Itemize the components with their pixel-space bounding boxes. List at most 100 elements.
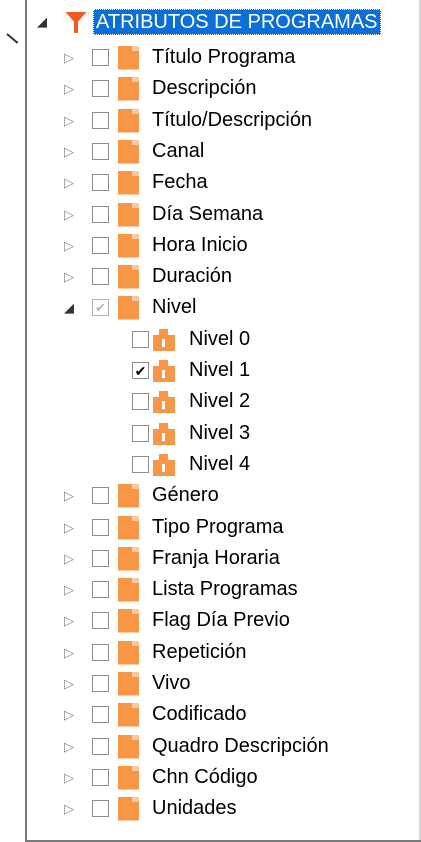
tree-subitem-nivel-0[interactable]: Nivel 0 xyxy=(132,324,250,355)
expand-arrow-icon[interactable]: ▷ xyxy=(62,637,76,668)
tree-item-label[interactable]: Repetición xyxy=(148,641,247,664)
checkbox[interactable] xyxy=(92,612,109,629)
checkbox[interactable] xyxy=(132,425,149,442)
tree-subitem-label[interactable]: Nivel 1 xyxy=(185,359,250,382)
expand-arrow-icon[interactable]: ▷ xyxy=(62,793,76,824)
tree-item-label[interactable]: Título/Descripción xyxy=(148,109,312,132)
expand-arrow-icon[interactable]: ▷ xyxy=(62,42,76,73)
expand-arrow-icon[interactable]: ▷ xyxy=(62,73,76,104)
expand-arrow-icon[interactable]: ▷ xyxy=(62,668,76,699)
checkbox[interactable] xyxy=(92,519,109,536)
tree-item-label[interactable]: Chn Código xyxy=(148,766,258,789)
checkbox[interactable] xyxy=(92,800,109,817)
expand-arrow-icon[interactable]: ▷ xyxy=(62,105,76,136)
tree-subitem-label[interactable]: Nivel 4 xyxy=(185,453,250,476)
tree-item-label[interactable]: Quadro Descripción xyxy=(148,735,329,758)
tree-item-titulo-descripcion[interactable]: ▷ Título/Descripción xyxy=(62,105,312,136)
checkbox[interactable] xyxy=(92,487,109,504)
checkbox[interactable] xyxy=(92,769,109,786)
tree-item-label[interactable]: Tipo Programa xyxy=(148,516,284,539)
tree-item-label[interactable]: Lista Programas xyxy=(148,578,298,601)
expand-arrow-icon[interactable]: ▷ xyxy=(62,199,76,230)
expand-arrow-icon[interactable]: ▷ xyxy=(62,543,76,574)
tree-subitem-nivel-1[interactable]: Nivel 1 xyxy=(132,355,250,386)
expand-arrow-icon[interactable]: ▷ xyxy=(62,167,76,198)
checkbox[interactable] xyxy=(132,362,149,379)
checkbox[interactable] xyxy=(132,331,149,348)
tree-item-chn-codigo[interactable]: ▷ Chn Código xyxy=(62,762,258,793)
checkbox[interactable] xyxy=(92,738,109,755)
tree-item-label[interactable]: Franja Horaria xyxy=(148,547,280,570)
checkbox[interactable] xyxy=(92,550,109,567)
tree-item-descripcion[interactable]: ▷ Descripción xyxy=(62,73,256,104)
checkbox[interactable] xyxy=(92,206,109,223)
expand-arrow-icon[interactable]: ▷ xyxy=(62,261,76,292)
tree-subitem-nivel-3[interactable]: Nivel 3 xyxy=(132,418,250,449)
checkbox[interactable] xyxy=(92,299,109,316)
tree-item-fecha[interactable]: ▷ Fecha xyxy=(62,167,208,198)
expand-arrow-icon[interactable]: ▷ xyxy=(62,230,76,261)
checkbox[interactable] xyxy=(92,644,109,661)
collapse-arrow-icon[interactable]: ◢ xyxy=(62,292,76,323)
checkbox[interactable] xyxy=(92,268,109,285)
checkbox[interactable] xyxy=(92,174,109,191)
tree-root-label[interactable]: ATRIBUTOS DE PROGRAMAS xyxy=(93,8,381,35)
tree-item-repeticion[interactable]: ▷ Repetición xyxy=(62,637,247,668)
tree-item-hora-inicio[interactable]: ▷ Hora Inicio xyxy=(62,230,248,261)
tree-item-label[interactable]: Canal xyxy=(148,140,204,163)
tree-subitem-label[interactable]: Nivel 0 xyxy=(185,328,250,351)
checkbox[interactable] xyxy=(92,49,109,66)
tree-root[interactable]: ◢ ATRIBUTOS DE PROGRAMAS xyxy=(35,6,381,37)
tree-item-canal[interactable]: ▷ Canal xyxy=(62,136,204,167)
tree-subitem-nivel-4[interactable]: Nivel 4 xyxy=(132,449,250,480)
checkbox[interactable] xyxy=(92,581,109,598)
tree-item-label[interactable]: Hora Inicio xyxy=(148,234,248,257)
checkbox[interactable] xyxy=(92,143,109,160)
folder-icon xyxy=(118,76,139,101)
tree-item-quadro-descripcion[interactable]: ▷ Quadro Descripción xyxy=(62,731,329,762)
tree-item-label[interactable]: Codificado xyxy=(148,703,247,726)
checkbox[interactable] xyxy=(92,706,109,723)
checkbox[interactable] xyxy=(92,675,109,692)
tree-item-label[interactable]: Vivo xyxy=(148,672,191,695)
checkbox[interactable] xyxy=(92,112,109,129)
expand-arrow-icon[interactable]: ▷ xyxy=(62,731,76,762)
tree-item-duracion[interactable]: ▷ Duración xyxy=(62,261,232,292)
puzzle-piece-icon xyxy=(153,359,175,382)
tree-item-lista-programas[interactable]: ▷ Lista Programas xyxy=(62,574,298,605)
tree-item-label[interactable]: Día Semana xyxy=(148,203,263,226)
checkbox[interactable] xyxy=(92,80,109,97)
tree-item-label[interactable]: Fecha xyxy=(148,171,208,194)
tree-subitem-nivel-2[interactable]: Nivel 2 xyxy=(132,386,250,417)
tree-item-titulo-programa[interactable]: ▷ Título Programa xyxy=(62,42,295,73)
tree-subitem-label[interactable]: Nivel 3 xyxy=(185,422,250,445)
checkbox[interactable] xyxy=(132,393,149,410)
tree-item-dia-semana[interactable]: ▷ Día Semana xyxy=(62,199,263,230)
tree-item-vivo[interactable]: ▷ Vivo xyxy=(62,668,191,699)
tree-item-nivel[interactable]: ◢ Nivel xyxy=(62,292,196,323)
tree-item-label[interactable]: Duración xyxy=(148,265,232,288)
expand-arrow-icon[interactable]: ▷ xyxy=(62,762,76,793)
expand-arrow-icon[interactable]: ▷ xyxy=(62,699,76,730)
tree-item-label[interactable]: Descripción xyxy=(148,77,256,100)
checkbox[interactable] xyxy=(132,456,149,473)
expand-arrow-icon[interactable]: ▷ xyxy=(62,136,76,167)
tree-item-genero[interactable]: ▷ Género xyxy=(62,480,219,511)
tree-item-label[interactable]: Género xyxy=(148,484,219,507)
tree-item-label[interactable]: Unidades xyxy=(148,797,237,820)
tree-item-unidades[interactable]: ▷ Unidades xyxy=(62,793,237,824)
expand-arrow-icon[interactable]: ▷ xyxy=(62,480,76,511)
expand-arrow-icon[interactable]: ▷ xyxy=(62,574,76,605)
collapse-arrow-icon[interactable]: ◢ xyxy=(35,6,49,37)
tree-item-label[interactable]: Flag Día Previo xyxy=(148,609,290,632)
tree-item-tipo-programa[interactable]: ▷ Tipo Programa xyxy=(62,512,284,543)
expand-arrow-icon[interactable]: ▷ xyxy=(62,605,76,636)
tree-item-label[interactable]: Nivel xyxy=(148,296,196,319)
tree-item-franja-horaria[interactable]: ▷ Franja Horaria xyxy=(62,543,280,574)
tree-item-codificado[interactable]: ▷ Codificado xyxy=(62,699,247,730)
expand-arrow-icon[interactable]: ▷ xyxy=(62,512,76,543)
tree-item-flag-dia-previo[interactable]: ▷ Flag Día Previo xyxy=(62,605,290,636)
tree-item-label[interactable]: Título Programa xyxy=(148,46,295,69)
tree-subitem-label[interactable]: Nivel 2 xyxy=(185,390,250,413)
checkbox[interactable] xyxy=(92,237,109,254)
